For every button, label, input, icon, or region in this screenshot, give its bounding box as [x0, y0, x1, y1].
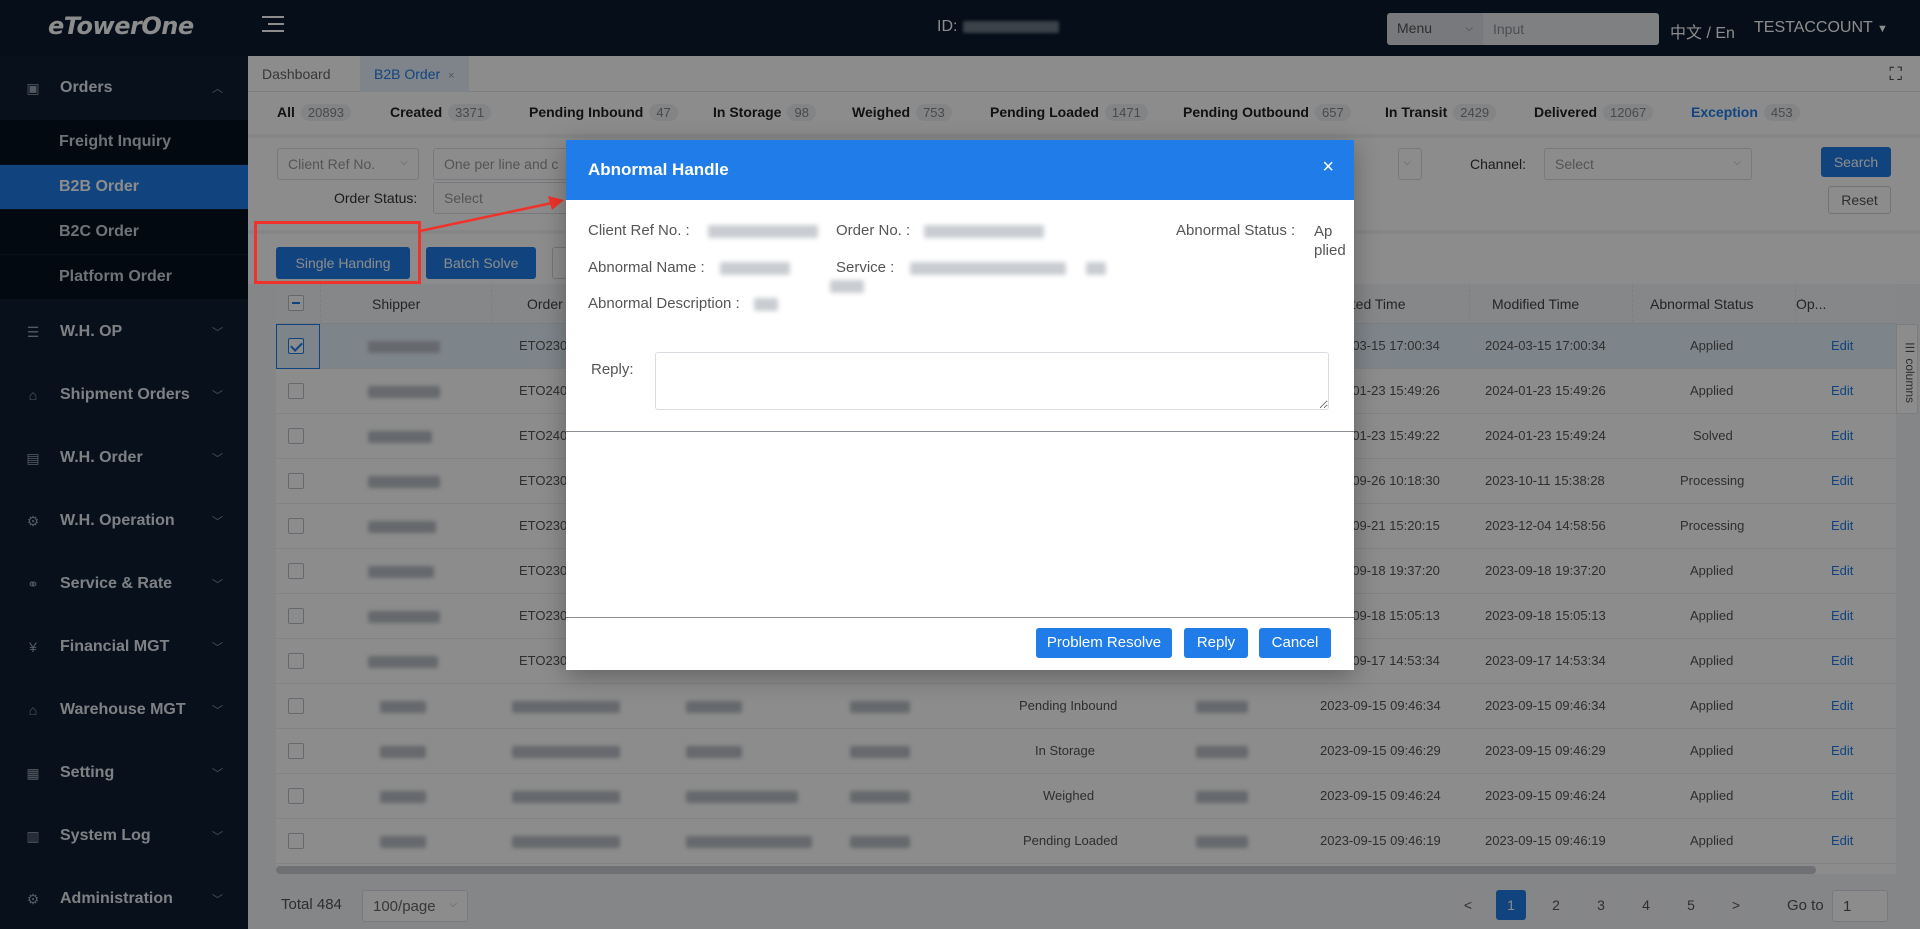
- annotation-arrow-icon: [419, 196, 564, 233]
- dialog-title: Abnormal Handle: [588, 160, 729, 179]
- client-ref-label: Client Ref No. :: [588, 222, 690, 239]
- client-ref-value-redacted: [708, 225, 818, 238]
- order-no-label: Order No. :: [836, 222, 911, 239]
- abnormal-name-label: Abnormal Name :: [588, 259, 705, 276]
- abnormal-status-label: Abnormal Status :: [1176, 222, 1296, 239]
- dialog-header: Abnormal Handle ×: [566, 140, 1354, 200]
- order-no-value-redacted: [924, 225, 1044, 238]
- service-label: Service :: [836, 259, 895, 276]
- cancel-button[interactable]: Cancel: [1259, 628, 1331, 658]
- reply-textarea[interactable]: [655, 352, 1329, 410]
- annotation-highlight-box: [254, 221, 421, 284]
- abnormal-name-value-redacted: [720, 262, 790, 275]
- service-value-redacted: [1086, 262, 1106, 275]
- reply-button[interactable]: Reply: [1184, 628, 1248, 658]
- service-value-redacted: [830, 280, 864, 293]
- divider: [566, 431, 1354, 432]
- service-value-redacted: [910, 262, 1066, 275]
- abnormal-description-value-redacted: [754, 298, 778, 311]
- reply-label: Reply:: [591, 361, 634, 378]
- problem-resolve-button[interactable]: Problem Resolve: [1036, 628, 1172, 658]
- abnormal-handle-dialog: Abnormal Handle × Client Ref No. : Order…: [566, 140, 1354, 670]
- divider: [566, 617, 1354, 618]
- close-icon[interactable]: ×: [1322, 156, 1334, 179]
- abnormal-description-label: Abnormal Description :: [588, 295, 740, 312]
- abnormal-status-value: Ap plied: [1314, 223, 1346, 259]
